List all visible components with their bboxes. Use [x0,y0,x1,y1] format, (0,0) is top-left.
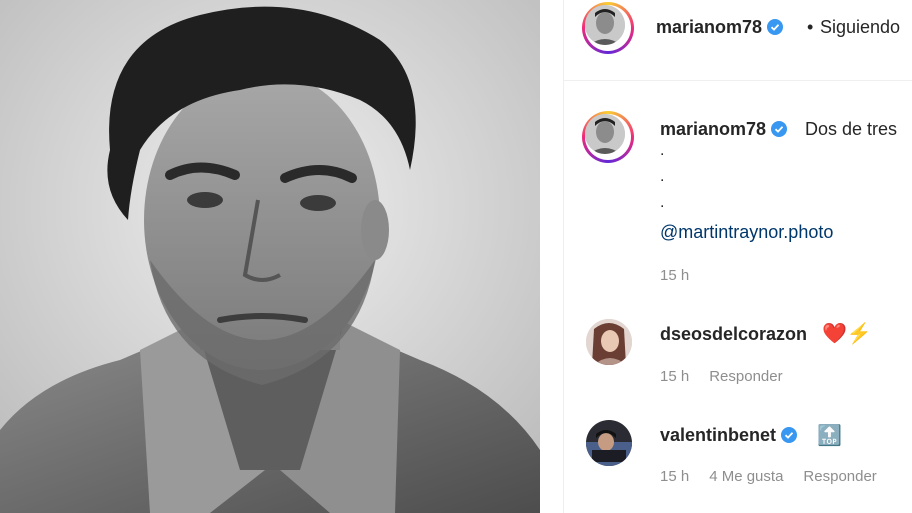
photographer-mention-link[interactable]: @martintraynor.photo [660,222,833,243]
verified-badge-icon [767,19,784,35]
avatar-image [585,5,625,45]
comment-meta: 15 h 4 Me gusta Responder [660,468,897,485]
author-avatar[interactable] [582,2,634,54]
header-author-username[interactable]: marianom78 [656,17,784,38]
caption-author-username[interactable]: marianom78 [660,119,788,140]
post-header: marianom78 • Siguiendo [564,0,912,80]
comment-likes-count[interactable]: 4 Me gusta [709,468,783,485]
comment-avatar[interactable] [586,420,632,466]
comment-avatar[interactable] [586,319,632,365]
caption-timestamp[interactable]: 15 h [660,267,689,284]
commenter-avatar-image [586,420,632,466]
following-button[interactable]: Siguiendo [820,17,900,38]
comment-emoji-heart-lightning: ❤️⚡ [822,323,872,345]
reply-button[interactable]: Responder [709,368,782,385]
caption-dot: . [660,142,665,159]
verified-badge-icon [781,427,798,443]
comment-emoji-top: 🔝 [817,425,842,447]
caption-author-avatar[interactable] [582,111,634,163]
caption-text: Dos de tres [805,119,898,139]
post-side-panel: marianom78 • Siguiendo marianom78 Dos de… [564,0,912,513]
post-photo[interactable] [0,0,540,513]
comment-author-username[interactable]: valentinbenet [660,425,798,446]
avatar-image [585,114,625,154]
comment-meta: 15 h Responder [660,368,803,385]
commenter-avatar-image [586,319,632,365]
caption-dot: . [660,194,665,211]
comment-timestamp[interactable]: 15 h [660,468,689,485]
header-username-text[interactable]: marianom78 [656,17,762,37]
caption-username-text[interactable]: marianom78 [660,119,766,139]
follow-separator: • [807,17,814,37]
portrait-image [0,0,540,513]
comment-username-text[interactable]: valentinbenet [660,425,776,445]
header-divider [564,80,912,81]
verified-badge-icon [771,121,788,137]
comment-author-username[interactable]: dseosdelcorazon [660,324,807,345]
comment-timestamp[interactable]: 15 h [660,368,689,385]
reply-button[interactable]: Responder [803,468,876,485]
caption-dot: . [660,168,665,185]
